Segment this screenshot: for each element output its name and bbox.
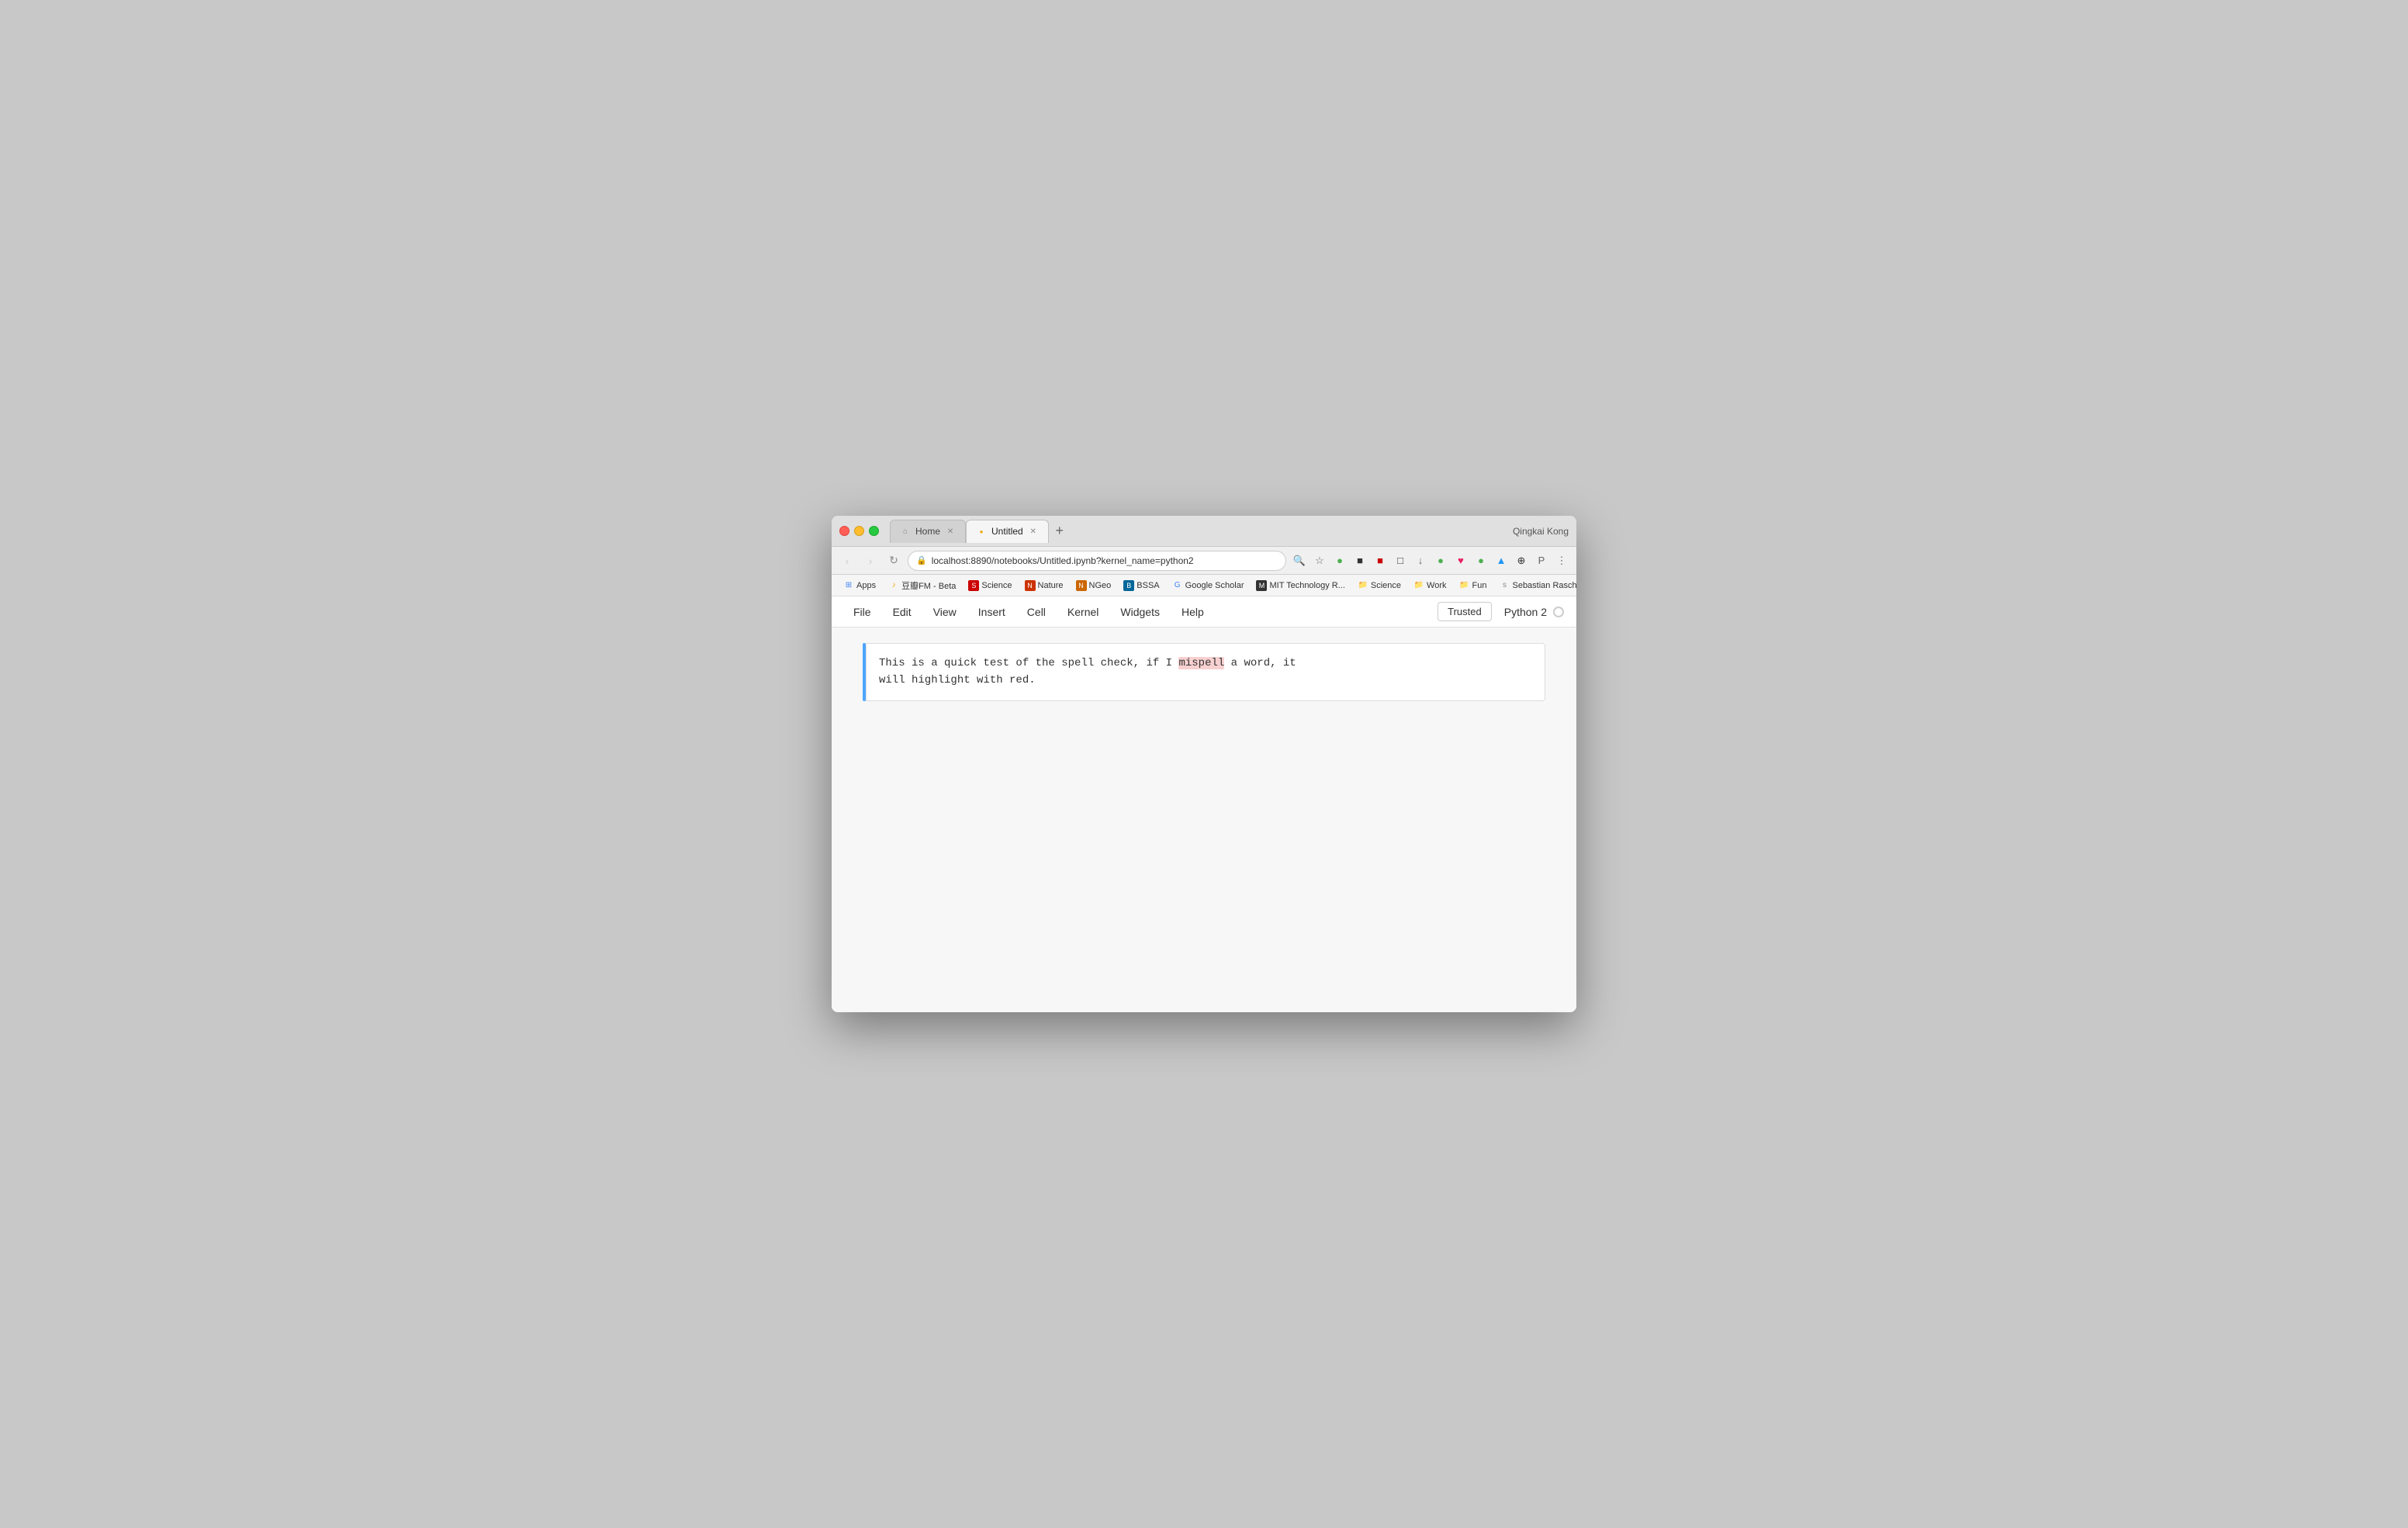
menu-file[interactable]: File (844, 603, 881, 621)
maximize-button[interactable] (869, 526, 879, 536)
trusted-button[interactable]: Trusted (1438, 602, 1492, 621)
more-icon[interactable]: ⋮ (1553, 552, 1570, 569)
extension8-icon[interactable]: ● (1472, 552, 1489, 569)
ngeo-icon: N (1076, 580, 1087, 591)
refresh-button[interactable]: ↻ (884, 551, 903, 570)
bookmark-fun[interactable]: 📁 Fun (1454, 579, 1493, 593)
google-scholar-icon: G (1172, 580, 1183, 591)
menu-cell[interactable]: Cell (1018, 603, 1055, 621)
bookmark-apps-label: Apps (856, 581, 876, 590)
nature-icon: N (1025, 580, 1036, 591)
lock-icon: 🔒 (916, 555, 927, 565)
new-tab-button[interactable]: + (1049, 520, 1071, 542)
back-button[interactable]: ‹ (838, 551, 856, 570)
bookmark-apps[interactable]: ⊞ Apps (838, 579, 881, 593)
address-text: localhost:8890/notebooks/Untitled.ipynb?… (932, 555, 1278, 566)
bookmark-google-scholar-label: Google Scholar (1185, 581, 1244, 590)
bookmark-nature-label: Nature (1038, 581, 1064, 590)
tab-untitled[interactable]: ● Untitled ✕ (966, 520, 1049, 543)
bookmarks-bar: ⊞ Apps ♪ 豆瓣FM - Beta S Science N Nature … (832, 575, 1576, 596)
cell-text-after-mispell: a word, it (1224, 657, 1296, 669)
home-tab-favicon: ⌂ (900, 526, 911, 537)
kernel-info: Python 2 (1504, 606, 1564, 618)
menu-help[interactable]: Help (1172, 603, 1213, 621)
bookmark-nature[interactable]: N Nature (1019, 579, 1069, 593)
bookmark-sebastian-label: Sebastian Raschk... (1512, 581, 1576, 590)
extension1-icon[interactable]: ● (1331, 552, 1348, 569)
jupyter-menu-bar: File Edit View Insert Cell Kernel Widget… (832, 596, 1576, 627)
bookmark-ngeo[interactable]: N NGeo (1071, 579, 1117, 593)
forward-button[interactable]: › (861, 551, 880, 570)
nav-icons: 🔍 ☆ ● ■ ■ □ ↓ ● ♥ ● ▲ ⊕ P ⋮ (1291, 552, 1570, 569)
search-icon[interactable]: 🔍 (1291, 552, 1308, 569)
bookmark-science2-label: Science (1371, 581, 1401, 590)
bookmark-ngeo-label: NGeo (1089, 581, 1112, 590)
misspelled-word: mispell (1178, 657, 1224, 669)
home-tab-label: Home (915, 526, 940, 537)
cell-text-line3: will highlight with red. (879, 674, 1036, 686)
menu-kernel[interactable]: Kernel (1058, 603, 1108, 621)
minimize-button[interactable] (854, 526, 864, 536)
menu-widgets[interactable]: Widgets (1111, 603, 1169, 621)
bookmark-mit-label: MIT Technology R... (1269, 581, 1344, 590)
bssa-icon: B (1123, 580, 1134, 591)
notebook-body: This is a quick test of the spell check,… (832, 627, 1576, 1012)
menu-edit[interactable]: Edit (884, 603, 921, 621)
untitled-tab-close[interactable]: ✕ (1028, 526, 1039, 537)
cell-text: This is a quick test of the spell check,… (879, 655, 1532, 690)
kernel-status-icon (1553, 607, 1564, 617)
extension11-icon[interactable]: P (1533, 552, 1550, 569)
extension6-icon[interactable]: ● (1432, 552, 1449, 569)
cell-container: This is a quick test of the spell check,… (863, 643, 1545, 701)
bookmark-sebastian[interactable]: s Sebastian Raschk... (1493, 579, 1576, 593)
work-icon: 📁 (1413, 580, 1424, 591)
bookmark-douban[interactable]: ♪ 豆瓣FM - Beta (883, 578, 961, 593)
extension10-icon[interactable]: ⊕ (1513, 552, 1530, 569)
extension9-icon[interactable]: ▲ (1493, 552, 1510, 569)
tab-bar: ⌂ Home ✕ ● Untitled ✕ + (890, 520, 1507, 543)
bookmark-douban-label: 豆瓣FM - Beta (901, 579, 956, 592)
untitled-tab-favicon: ● (976, 526, 987, 537)
title-bar: ⌂ Home ✕ ● Untitled ✕ + Qingkai Kong (832, 516, 1576, 547)
home-tab-close[interactable]: ✕ (945, 526, 956, 537)
bookmark-work[interactable]: 📁 Work (1408, 579, 1451, 593)
kernel-name: Python 2 (1504, 606, 1547, 618)
extension3-icon[interactable]: ■ (1372, 552, 1389, 569)
extension2-icon[interactable]: ■ (1351, 552, 1368, 569)
menu-view[interactable]: View (924, 603, 966, 621)
bookmark-google-scholar[interactable]: G Google Scholar (1167, 579, 1250, 593)
bookmark-fun-label: Fun (1472, 581, 1487, 590)
user-info: Qingkai Kong (1513, 526, 1569, 537)
tab-home[interactable]: ⌂ Home ✕ (890, 520, 966, 543)
bookmark-bssa-label: BSSA (1137, 581, 1159, 590)
science-icon: S (968, 580, 979, 591)
fun-icon: 📁 (1459, 580, 1470, 591)
apps-icon: ⊞ (843, 580, 854, 591)
bookmark-science2[interactable]: 📁 Science (1352, 579, 1406, 593)
mit-icon: M (1256, 580, 1267, 591)
extension7-icon[interactable]: ♥ (1452, 552, 1469, 569)
bookmark-bssa[interactable]: B BSSA (1118, 579, 1164, 593)
bookmark-science-label: Science (981, 581, 1012, 590)
untitled-tab-label: Untitled (991, 526, 1023, 537)
extension4-icon[interactable]: □ (1392, 552, 1409, 569)
menu-insert[interactable]: Insert (969, 603, 1015, 621)
close-button[interactable] (839, 526, 849, 536)
notebook-cell[interactable]: This is a quick test of the spell check,… (866, 643, 1545, 701)
cell-text-before: This is a quick test of the spell check,… (879, 657, 1178, 669)
sebastian-icon: s (1499, 580, 1510, 591)
traffic-lights (839, 526, 879, 536)
douban-icon: ♪ (888, 580, 899, 591)
address-bar[interactable]: 🔒 localhost:8890/notebooks/Untitled.ipyn… (908, 551, 1286, 571)
bookmark-mit[interactable]: M MIT Technology R... (1251, 579, 1350, 593)
browser-window: ⌂ Home ✕ ● Untitled ✕ + Qingkai Kong ‹ ›… (832, 516, 1576, 1012)
extension5-icon[interactable]: ↓ (1412, 552, 1429, 569)
navigation-bar: ‹ › ↻ 🔒 localhost:8890/notebooks/Untitle… (832, 547, 1576, 575)
bookmark-science[interactable]: S Science (963, 579, 1017, 593)
star-icon[interactable]: ☆ (1311, 552, 1328, 569)
science2-icon: 📁 (1358, 580, 1368, 591)
bookmark-work-label: Work (1427, 581, 1446, 590)
